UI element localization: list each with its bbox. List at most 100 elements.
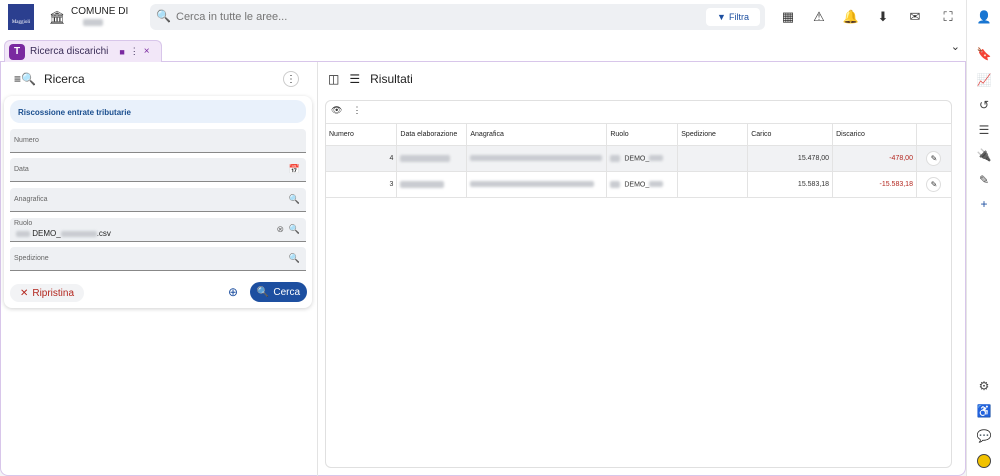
search-button[interactable]: 🔍 Cerca [250,282,307,302]
comune-redacted [83,18,103,26]
col-numero[interactable]: Numero [326,123,398,146]
numero-field[interactable]: Numero [10,129,306,153]
help-icon[interactable] [973,451,995,471]
right-rail: 👤 🔖 📈 ↺ ☰ 🔌 ✎ + ⚙ ♿ 💬 [966,0,1000,476]
search-panel-title: Ricerca [43,72,85,86]
top-bar: Maggioli 🏛 COMUNE DI 🔍 ▼Filtra ▦ ⚠ 🔔 ⬇ ✉… [0,0,966,34]
close-icon[interactable]: × [144,46,150,57]
data-field[interactable]: Data 📅 [10,158,306,182]
plugin-icon[interactable]: 🔌 [973,145,995,165]
edit-note-icon[interactable]: ✎ [973,170,995,190]
reset-button[interactable]: ✕ Ripristina [10,284,84,302]
cell-actions: ✎ [916,171,953,198]
cell-spedizione [677,171,749,198]
ruolo-value: DEMO_ .csv [16,229,111,238]
cell-spedizione [677,145,749,172]
col-carico[interactable]: Carico [747,123,834,146]
table-row[interactable]: 4 DEMO_ 15.478,00 -478,00 ✎ [326,145,953,172]
chat-icon[interactable]: 💬 [973,426,995,446]
cell-actions: ✎ [916,145,953,172]
cell-ruolo: DEMO_ [606,145,679,172]
history-icon[interactable]: ↺ [973,95,995,115]
close-icon: ✕ [19,287,29,299]
table-header-row: Numero Data elaborazione Anagrafica Ruol… [326,123,953,146]
results-table: Numero Data elaborazione Anagrafica Ruol… [326,123,953,198]
col-ruolo[interactable]: Ruolo [606,123,679,146]
comune-name: COMUNE DI [71,6,128,28]
dashboard-icon[interactable]: ▦ [777,6,799,28]
search-icon: 🔍 [256,286,270,298]
trend-icon[interactable]: 📈 [973,70,995,90]
add-icon[interactable]: + [973,194,995,214]
mail-icon[interactable]: ✉ [904,6,926,28]
data-label: Data [14,166,29,173]
left-more-button[interactable]: ⋮ [283,71,299,87]
cell-carico: 15.478,00 [747,145,834,172]
ruolo-field[interactable]: Ruolo DEMO_ .csv ⊗ 🔍 [10,218,306,242]
sidebar-toggle-icon[interactable]: ◫ [328,72,339,86]
tab-ricerca-discarichi[interactable]: T Ricerca discarichi ■ ⋮ × [4,40,162,62]
filter-button[interactable]: ▼ Filtra [706,8,760,26]
cell-ruolo: DEMO_ [606,171,679,198]
filter-icon: ▼ [717,12,726,22]
col-actions [916,123,953,146]
maggioli-logo[interactable]: Maggioli [8,4,34,30]
calendar-icon[interactable]: 📅 [289,164,300,175]
table-row[interactable]: 3 DEMO_ 15.583,18 -15.583,18 ✎ [326,171,953,198]
edit-icon[interactable]: ✎ [926,177,942,192]
bookmark-icon[interactable]: ■ [119,47,124,57]
comune-label: COMUNE DI [71,6,129,17]
col-spedizione[interactable]: Spedizione [677,123,749,146]
numero-label: Numero [14,137,39,144]
global-search: 🔍 ▼Filtra [150,4,765,30]
col-data-elaborazione[interactable]: Data elaborazione [396,123,468,146]
results-header: ◫ ☰ Risultati [328,72,413,86]
tab-bar: T Ricerca discarichi ■ ⋮ × ⌄ [0,34,966,62]
cell-numero: 4 [326,145,398,172]
more-vert-icon[interactable]: ⋮ [352,105,361,116]
bell-icon[interactable]: 🔔 [840,6,862,28]
chevron-down-icon[interactable]: ⌄ [951,40,960,53]
checklist-icon[interactable]: ☰ [973,120,995,140]
results-card: 👁 ⋮ Numero Data elaborazione Anagrafica … [325,100,953,468]
search-form: Riscossione entrate tributarie Numero Da… [4,96,312,308]
anagrafica-label: Anagrafica [14,196,48,203]
settings-icon[interactable]: ⚙ [973,376,995,396]
edit-icon[interactable]: ✎ [926,151,942,166]
spedizione-label: Spedizione [14,255,49,262]
search-input[interactable] [176,8,676,26]
col-anagrafica[interactable]: Anagrafica [466,123,608,146]
account-icon[interactable]: 👤 [973,7,995,27]
cell-discarico: -478,00 [832,145,917,172]
cell-discarico: -15.583,18 [832,171,917,198]
clear-icon[interactable]: ⊗ [276,224,284,235]
search-icon[interactable]: 🔍 [289,224,300,235]
download-icon[interactable]: ⬇ [872,6,894,28]
search-icon[interactable]: 🔍 [289,253,300,264]
tab-label: Ricerca discarichi [30,46,109,57]
anagrafica-field[interactable]: Anagrafica 🔍 [10,188,306,212]
fullscreen-icon[interactable]: ⛶ [937,6,959,28]
eye-icon[interactable]: 👁 [331,105,342,116]
search-icon[interactable]: 🔍 [289,194,300,205]
accessibility-icon[interactable]: ♿ [973,401,995,421]
more-vert-icon: ⋮ [286,73,296,85]
cell-numero: 3 [326,171,398,198]
results-toolbar: 👁 ⋮ [331,105,361,116]
spedizione-field[interactable]: Spedizione 🔍 [10,247,306,271]
ruolo-label: Ruolo [14,220,33,227]
bookmark-icon[interactable]: 🔖 [973,44,995,64]
more-vert-icon[interactable]: ⋮ [130,46,139,57]
cell-carico: 15.583,18 [747,171,834,198]
results-title: Risultati [370,72,413,86]
bank-icon: 🏛 [49,10,66,25]
category-box[interactable]: Riscossione entrate tributarie [10,100,306,123]
search-panel-header: ≡🔍 Ricerca [14,72,85,86]
col-discarico[interactable]: Discarico [832,123,917,146]
warning-icon[interactable]: ⚠ [808,6,830,28]
panel-divider[interactable] [317,62,318,476]
zoom-in-icon[interactable]: ⊕ [228,285,238,299]
search-icon: 🔍 [156,9,171,23]
cell-data [396,171,468,198]
manage-search-icon: ≡🔍 [14,72,36,86]
